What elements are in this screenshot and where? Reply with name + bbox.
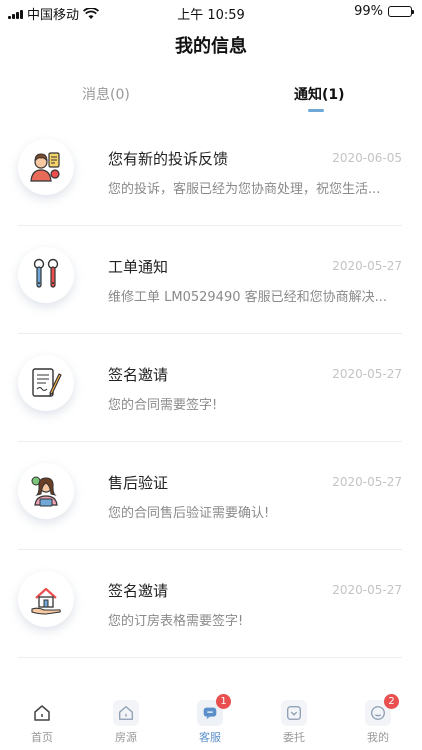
notification-date: 2020-05-27	[332, 583, 402, 597]
notification-item[interactable]: 签名邀请 2020-05-27 您的合同需要签字!	[0, 334, 422, 442]
battery-percentage: 99%	[354, 4, 383, 19]
notification-badge: 2	[384, 694, 399, 709]
nav-label: 房源	[115, 731, 137, 744]
notification-title: 售后验证	[108, 474, 169, 492]
nav-home[interactable]: 首页	[12, 700, 72, 745]
tab-messages[interactable]: 消息(0)	[82, 84, 130, 104]
divider	[18, 657, 402, 658]
nav-label: 我的	[367, 731, 389, 744]
notification-item[interactable]: 售后验证 2020-05-27 您的合同售后验证需要确认!	[0, 442, 422, 550]
commission-icon	[281, 700, 307, 726]
notification-title: 您有新的投诉反馈	[108, 150, 229, 168]
notification-desc: 您的合同售后验证需要确认!	[108, 506, 270, 521]
nav-label: 委托	[283, 731, 305, 744]
status-bar: 中国移动 上午 10:59 99%	[0, 0, 422, 24]
notification-date: 2020-06-05	[332, 151, 402, 165]
home-icon	[29, 700, 55, 726]
complaint-agent-icon	[18, 139, 74, 195]
notification-date: 2020-05-27	[332, 367, 402, 381]
house-in-hand-icon	[18, 571, 74, 627]
profile-icon: 2	[365, 694, 399, 726]
notification-title: 签名邀请	[108, 366, 169, 384]
nav-label: 客服	[199, 731, 221, 744]
notification-title: 签名邀请	[108, 582, 169, 600]
notification-desc: 您的订房表格需要签字!	[108, 614, 244, 629]
notification-desc: 您的合同需要签字!	[108, 398, 218, 413]
support-agent-icon	[18, 463, 74, 519]
battery-icon	[388, 6, 414, 17]
notification-item[interactable]: 您有新的投诉反馈 2020-06-05 您的投诉，客服已经为您协商处理，祝您生活…	[0, 118, 422, 226]
notification-date: 2020-05-27	[332, 475, 402, 489]
status-right: 99%	[354, 4, 414, 19]
bottom-nav: 首页 房源 1 客服 委托 2 我的	[0, 694, 422, 750]
notification-item[interactable]: 签名邀请 2020-05-27 您的订房表格需要签字!	[0, 550, 422, 658]
nav-listings[interactable]: 房源	[96, 700, 156, 745]
notification-title: 工单通知	[108, 258, 169, 276]
nav-customer-service[interactable]: 1 客服	[180, 694, 240, 745]
tab-active-indicator	[308, 109, 324, 112]
nav-profile[interactable]: 2 我的	[348, 694, 408, 745]
notification-date: 2020-05-27	[332, 259, 402, 273]
nav-label: 首页	[31, 731, 53, 744]
notification-badge: 1	[216, 694, 231, 709]
notification-desc: 您的投诉，客服已经为您协商处理，祝您生活...	[108, 182, 381, 197]
contract-sign-icon	[18, 355, 74, 411]
tab-notifications[interactable]: 通知(1)	[294, 84, 345, 104]
tab-bar: 消息(0) 通知(1)	[0, 84, 422, 114]
nav-commission[interactable]: 委托	[264, 700, 324, 745]
repair-tools-icon	[18, 247, 74, 303]
chat-icon: 1	[197, 694, 231, 726]
page-title: 我的信息	[175, 36, 247, 57]
notification-desc: 维修工单 LM0529490 客服已经和您协商解决...	[108, 290, 388, 305]
notification-item[interactable]: 工单通知 2020-05-27 维修工单 LM0529490 客服已经和您协商解…	[0, 226, 422, 334]
listing-icon	[113, 700, 139, 726]
